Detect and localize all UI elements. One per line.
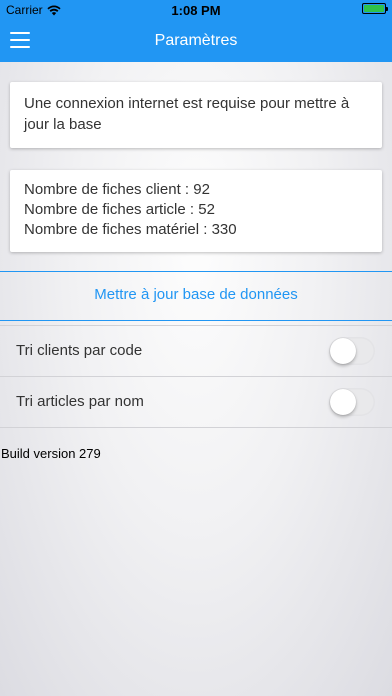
sort-articles-label: Tri articles par nom xyxy=(16,393,144,410)
toggle-knob xyxy=(330,389,356,415)
setting-row-sort-clients: Tri clients par code xyxy=(0,326,392,376)
battery-fill xyxy=(364,5,384,12)
update-divider-top xyxy=(0,271,392,272)
materiel-count: Nombre de fiches matériel : 330 xyxy=(24,221,237,238)
nav-bar: Paramètres xyxy=(0,20,392,62)
toggle-knob xyxy=(330,338,356,364)
sort-articles-toggle[interactable] xyxy=(329,388,375,416)
update-divider-bottom xyxy=(0,320,392,321)
update-database-button[interactable]: Mettre à jour base de données xyxy=(0,286,392,303)
sort-clients-label: Tri clients par code xyxy=(16,342,143,359)
settings-divider-bottom xyxy=(0,427,392,428)
records-count-card: Nombre de fiches client : 92 Nombre de f… xyxy=(10,170,382,252)
connection-notice-text: Une connexion internet est requise pour … xyxy=(24,95,350,133)
status-time: 1:08 PM xyxy=(171,3,221,18)
status-right xyxy=(362,3,388,14)
build-version: Build version 279 xyxy=(1,446,101,461)
sort-clients-toggle[interactable] xyxy=(329,337,375,365)
article-count: Nombre de fiches article : 52 xyxy=(24,201,215,218)
connection-notice-card: Une connexion internet est requise pour … xyxy=(10,82,382,148)
page-title: Paramètres xyxy=(154,32,238,49)
battery-icon xyxy=(362,3,388,14)
status-bar: Carrier 1:08 PM xyxy=(0,0,392,20)
client-count: Nombre de fiches client : 92 xyxy=(24,181,210,198)
setting-row-sort-articles: Tri articles par nom xyxy=(0,377,392,427)
